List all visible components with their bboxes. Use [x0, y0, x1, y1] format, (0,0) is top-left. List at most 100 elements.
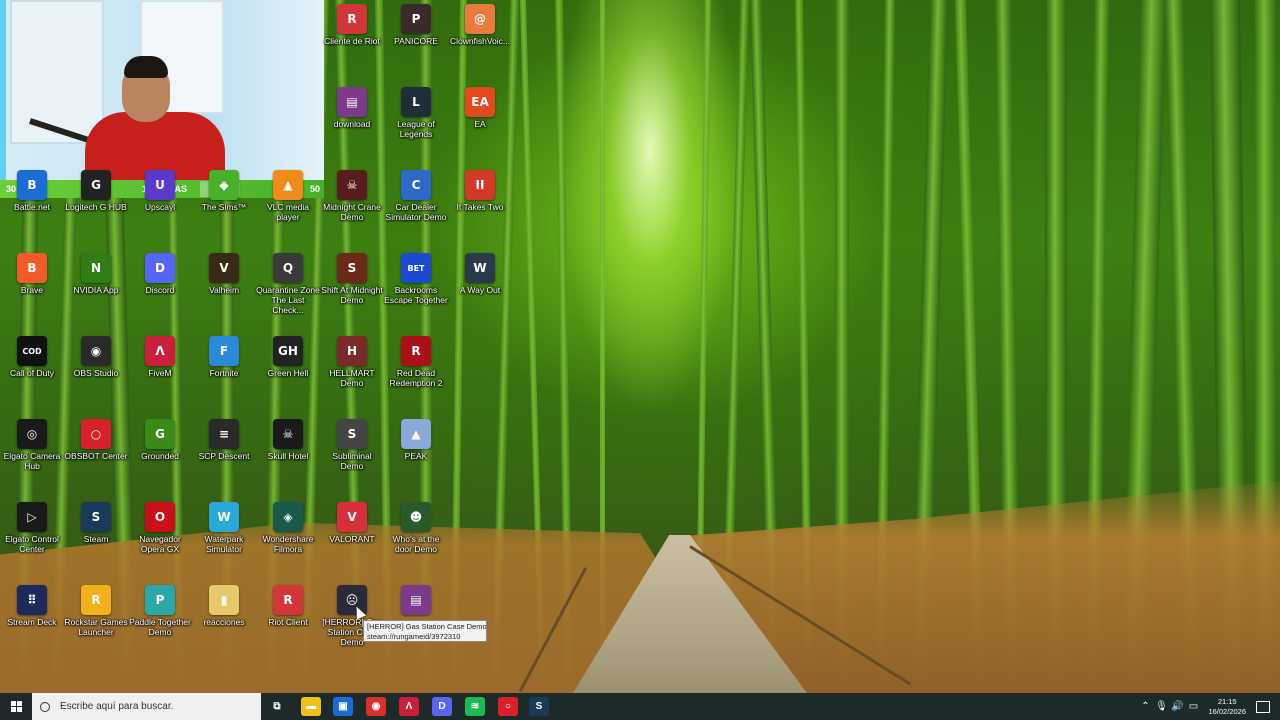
desktop-icon-clownfish[interactable]: @ ClownfishVoic...	[448, 0, 512, 46]
green-hell-icon: GH	[273, 336, 303, 366]
desktop-icon-shift-at-midnight[interactable]: S Shift At Midnight Demo	[320, 249, 384, 305]
desktop-icon-fivem[interactable]: Λ FiveM	[128, 332, 192, 378]
desktop-icon-a-way-out[interactable]: W A Way Out	[448, 249, 512, 295]
desktop-icon-midnight-crane[interactable]: ☠ Midnight Crane Demo	[320, 166, 384, 222]
webcam-overlay	[0, 0, 324, 180]
fivem-taskbar-icon[interactable]: Λ	[399, 697, 419, 716]
desktop-icon-label: Car Dealer Simulator Demo	[385, 202, 447, 222]
desktop-icon-label: VALORANT	[329, 534, 375, 544]
desktop-icon-backrooms[interactable]: BET Backrooms Escape Together	[384, 249, 448, 305]
desktop-icon-panicore[interactable]: P PANICORE	[384, 0, 448, 46]
network-icon[interactable]: ▭	[1186, 700, 1200, 714]
desktop-icon-valheim[interactable]: V Valheim	[192, 249, 256, 295]
desktop-icon-winrar-2[interactable]: ▤	[384, 581, 448, 617]
folder-icon: ▮	[209, 585, 239, 615]
person-hair	[124, 56, 168, 78]
desktop-icon-label: reacciones	[203, 617, 245, 627]
desktop-icon-hellmart[interactable]: H HELLMART Demo	[320, 332, 384, 388]
clownfish-icon: @	[465, 4, 495, 34]
valorant-icon: V	[337, 502, 367, 532]
desktop-icon-valorant[interactable]: V VALORANT	[320, 498, 384, 544]
start-button[interactable]	[0, 693, 32, 720]
desktop-icon-discord[interactable]: D Discord	[128, 249, 192, 295]
desktop-icon-elgato-camera[interactable]: ◎ Elgato Camera Hub	[0, 415, 64, 471]
winrar-icon: ▤	[337, 87, 367, 117]
desktop-icon-rockstar[interactable]: R Rockstar Games Launcher	[64, 581, 128, 637]
desktop-icon-ea[interactable]: EA EA	[448, 83, 512, 129]
desktop-icon-riot-client-2[interactable]: R Riot Client	[256, 581, 320, 627]
desktop-icon-folder[interactable]: ▮ reacciones	[192, 581, 256, 627]
rockstar-icon: R	[81, 585, 111, 615]
chevron-up-icon[interactable]: ⌃	[1138, 700, 1152, 714]
desktop-icon-rdr2[interactable]: R Red Dead Redemption 2	[384, 332, 448, 388]
desktop-icon-label: ClownfishVoic...	[450, 36, 510, 46]
tooltip-url: steam://rungameid/3972310	[367, 632, 461, 641]
desktop-icon-green-hell[interactable]: GH Green Hell	[256, 332, 320, 378]
desktop-icon-whos-at-the-door[interactable]: ☻ Who's at the door Demo	[384, 498, 448, 554]
chrome-icon[interactable]: ◉	[366, 697, 386, 716]
desktop-icon-vlc[interactable]: ▲ VLC media player	[256, 166, 320, 222]
desktop-icon-obsbot[interactable]: ○ OBSBOT Center	[64, 415, 128, 461]
filmora-icon: ◈	[273, 502, 303, 532]
desktop-icon-label: Green Hell	[267, 368, 309, 378]
desktop-icon-filmora[interactable]: ◈ Wondershare Filmora	[256, 498, 320, 554]
desktop-icon-opera-gx[interactable]: O Navegador Opera GX	[128, 498, 192, 554]
desktop-icon-quarantine-zone[interactable]: Q Quarantine Zone The Last Check...	[256, 249, 320, 315]
obsbot-taskbar-icon[interactable]: ○	[498, 697, 518, 716]
desktop-icon-label: It Takes Two	[456, 202, 504, 212]
desktop-icon-car-dealer[interactable]: C Car Dealer Simulator Demo	[384, 166, 448, 222]
clock[interactable]: 21:15 16/02/2026	[1208, 697, 1246, 717]
desktop-icon-sims[interactable]: ◆ The Sims™	[192, 166, 256, 212]
desktop-icon-label: Elgato Camera Hub	[3, 451, 61, 471]
desktop-icon-battlenet[interactable]: B Battle.net	[0, 166, 64, 212]
desktop-icon-label: Riot Client	[268, 617, 308, 627]
desktop-icon-nvidia[interactable]: N NVIDIA App	[64, 249, 128, 295]
taskbar-search[interactable]	[32, 693, 261, 720]
desktop-icon-upscayl[interactable]: U Upscayl	[128, 166, 192, 212]
desktop-icon-riot-client[interactable]: R Cliente de Riot	[320, 0, 384, 46]
desktop-icon-brave[interactable]: B Brave	[0, 249, 64, 295]
desktop-icon-skull-hotel[interactable]: ☠ Skull Hotel	[256, 415, 320, 461]
windows-logo-icon	[10, 701, 22, 712]
desktop-icon-elgato-control[interactable]: ▷ Elgato Control Center	[0, 498, 64, 554]
desktop-icon-subliminal[interactable]: S Subliminal Demo	[320, 415, 384, 471]
notification-icon[interactable]	[1256, 700, 1270, 713]
desktop-icon-label: League of Legends	[397, 119, 435, 139]
microphone-icon[interactable]: 🎙	[1154, 700, 1168, 714]
desktop-icon-fortnite[interactable]: F Fortnite	[192, 332, 256, 378]
volume-icon[interactable]: 🔊	[1170, 700, 1184, 714]
spotify-icon[interactable]: ≋	[465, 697, 485, 716]
led-strip	[0, 0, 6, 180]
stream-deck-icon: ⠿	[17, 585, 47, 615]
obsbot-icon: ○	[81, 419, 111, 449]
logitech-icon: G	[81, 170, 111, 200]
desktop-icon-it-takes-two[interactable]: II It Takes Two	[448, 166, 512, 212]
desktop-icon-peak[interactable]: ▲ PEAK	[384, 415, 448, 461]
desktop-icon-scp-descent[interactable]: ≡ SCP Descent	[192, 415, 256, 461]
desktop-icon-lol[interactable]: L League of Legends	[384, 83, 448, 139]
desktop-icon-label: Navegador Opera GX	[139, 534, 181, 554]
desktop-icon-logitech[interactable]: G Logitech G HUB	[64, 166, 128, 212]
desktop-icon-waterpark[interactable]: W Waterpark Simulator	[192, 498, 256, 554]
discord-taskbar-icon[interactable]: D	[432, 697, 452, 716]
desktop-icon-winrar[interactable]: ▤ download	[320, 83, 384, 129]
whos-at-the-door-icon: ☻	[401, 502, 431, 532]
desktop-icon-label: FiveM	[148, 368, 172, 378]
desktop-icon-label: Skull Hotel	[267, 451, 309, 461]
desktop-icon-grounded[interactable]: G Grounded	[128, 415, 192, 461]
desktop-icon-obs[interactable]: ◉ OBS Studio	[64, 332, 128, 378]
car-dealer-icon: C	[401, 170, 431, 200]
store-icon[interactable]: ▣	[333, 697, 353, 716]
task-view-icon[interactable]: ⧉	[267, 697, 287, 716]
desktop-icon-label: The Sims™	[201, 202, 247, 212]
desktop-icon-paddle-together[interactable]: P Paddle Together Demo	[128, 581, 192, 637]
desktop-icon-cod[interactable]: COD Call of Duty	[0, 332, 64, 378]
file-explorer-icon[interactable]: ▬	[301, 697, 321, 716]
desktop-icon-steam[interactable]: S Steam	[64, 498, 128, 544]
desktop-icon-label: Quarantine Zone The Last Check...	[256, 285, 320, 315]
desktop-icon-stream-deck[interactable]: ⠿ Stream Deck	[0, 581, 64, 627]
subliminal-icon: S	[337, 419, 367, 449]
steam-taskbar-icon[interactable]: S	[529, 697, 549, 716]
desktop-icon-label: Rockstar Games Launcher	[64, 617, 128, 637]
search-input[interactable]	[58, 700, 252, 713]
